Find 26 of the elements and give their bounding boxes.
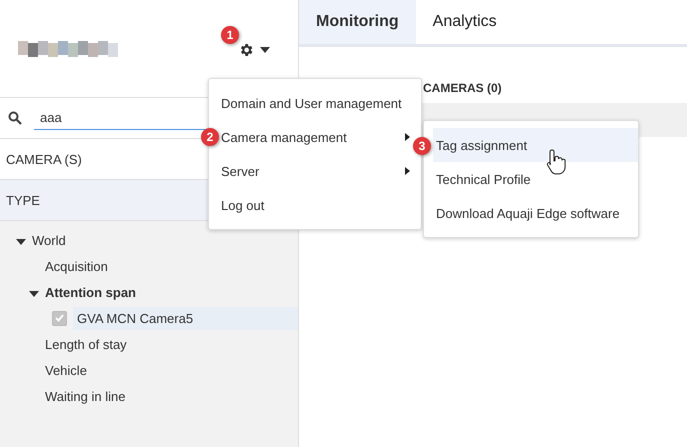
checkmark-icon [55,314,64,322]
search-icon [8,111,22,125]
caret-icon[interactable] [16,238,26,244]
menu-item[interactable]: Download Aquaji Edge software [433,196,638,230]
section-title: CAMERAS (0) [423,81,502,95]
tree-item[interactable]: Length of stay [45,336,127,352]
tree-item[interactable]: Vehicle [45,362,87,378]
hand-cursor-icon [546,148,568,176]
section-header: TYPE [6,192,40,208]
menu-item[interactable]: Tag assignment [433,128,638,162]
menu-item[interactable]: Server [221,154,410,188]
menu-item[interactable]: Technical Profile [433,162,638,196]
step-badge: 1 [221,26,239,44]
caret-icon[interactable] [29,290,39,296]
menu-item[interactable]: Log out [221,188,410,222]
checkbox[interactable] [52,310,67,326]
caret-icon[interactable] [260,46,270,52]
tree-item[interactable]: Waiting in line [45,388,126,404]
tree-item[interactable]: GVA MCN Camera5 [73,306,298,330]
section-header: CAMERA (S) [6,152,82,166]
tree-item[interactable]: Attention span [45,284,136,300]
tree-item[interactable]: Acquisition [45,258,108,274]
tree-item[interactable]: World [32,232,66,248]
settings-icon[interactable] [238,42,254,58]
submenu-arrow-icon [405,167,410,175]
tab[interactable]: Monitoring [299,0,416,44]
